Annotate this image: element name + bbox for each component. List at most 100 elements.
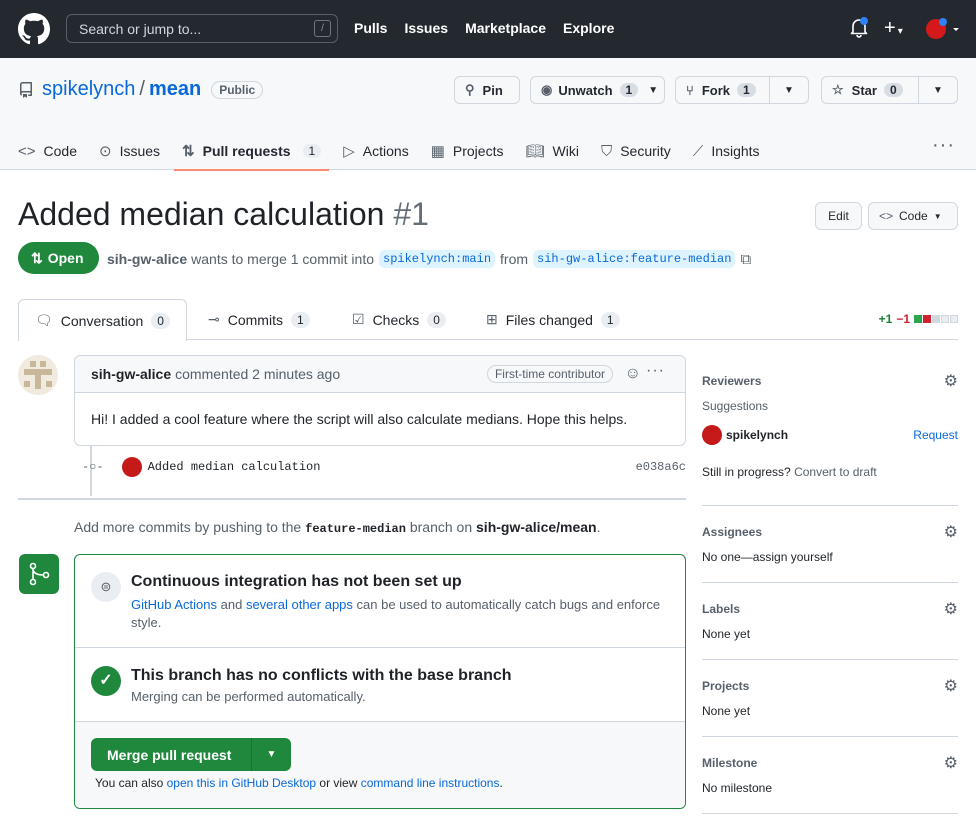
github-logo-icon[interactable]	[18, 13, 50, 45]
commit-icon: -○-	[82, 460, 104, 474]
gear-icon[interactable]: ⚙	[944, 753, 958, 773]
search-placeholder: Search or jump to...	[79, 21, 202, 37]
milestone-value: No milestone	[702, 781, 773, 795]
fork-icon: ⑂	[686, 82, 694, 98]
pr-title-text: Added median calculation	[18, 196, 385, 232]
cli-instructions-link[interactable]: command line instructions	[361, 776, 500, 790]
nav-issues[interactable]: Issues	[404, 20, 448, 36]
comment-author-avatar[interactable]	[18, 355, 58, 395]
tab-count: 0	[151, 312, 170, 329]
commit-author-avatar[interactable]	[121, 457, 142, 477]
code-label: Code	[899, 209, 928, 223]
tab-insights[interactable]: ⟋ Insights	[693, 133, 760, 169]
tab-conversation[interactable]: 🗨︎ Conversation 0	[18, 299, 187, 341]
pin-button[interactable]: ⚲ Pin	[454, 76, 520, 104]
note-text: branch on	[409, 519, 473, 535]
reviewer-name[interactable]: spikelynch	[726, 428, 788, 442]
tab-commits[interactable]: ⊸ Commits 1	[208, 299, 310, 340]
nav-pulls[interactable]: Pulls	[354, 20, 387, 36]
tab-code[interactable]: <> Code	[18, 133, 77, 169]
pull-request-icon: ⇅	[182, 143, 195, 160]
reviewers-heading[interactable]: Reviewers	[702, 374, 761, 388]
nav-explore[interactable]: Explore	[563, 20, 614, 36]
assignees-heading[interactable]: Assignees	[702, 525, 762, 539]
note-period: .	[596, 519, 601, 535]
repo-header: spikelynch / mean Public ⚲ Pin ◉ Unwatch 1 ▼…	[0, 58, 976, 171]
projects-section: Projects ⚙	[702, 676, 958, 696]
tab-checks[interactable]: ☑ Checks 0	[352, 299, 446, 340]
pr-state-label: Open	[47, 250, 84, 266]
fork-count: 1	[736, 83, 756, 97]
tab-files-changed[interactable]: ⊞ Files changed 1	[486, 299, 620, 340]
projects-value: None yet	[702, 704, 751, 718]
conflict-text: This branch has no conflicts with the ba…	[131, 667, 512, 706]
sidebar-divider	[702, 736, 958, 737]
file-diff-icon: ⊞	[486, 311, 498, 327]
base-branch[interactable]: spikelynch:main	[379, 250, 496, 268]
github-actions-link[interactable]: GitHub Actions	[131, 597, 217, 612]
pr-title: Added median calculation #1	[18, 196, 429, 233]
tab-actions[interactable]: ▷ Actions	[343, 133, 408, 169]
assignees-value[interactable]: No one—assign yourself	[702, 550, 958, 564]
comment-timestamp[interactable]: commented 2 minutes ago	[175, 366, 340, 382]
repo-name-link[interactable]: mean	[149, 78, 201, 101]
github-desktop-link[interactable]: open this in GitHub Desktop	[167, 776, 316, 790]
projects-heading[interactable]: Projects	[702, 679, 749, 693]
visibility-badge: Public	[211, 80, 264, 99]
tab-label: Issues	[119, 143, 161, 159]
reviewer-avatar[interactable]	[702, 425, 722, 445]
repo-owner-link[interactable]: spikelynch	[42, 78, 135, 101]
comment-author-link[interactable]: sih-gw-alice	[91, 366, 171, 382]
head-branch[interactable]: sih-gw-alice:feature-median	[533, 250, 736, 268]
search-input[interactable]: Search or jump to... /	[66, 14, 338, 43]
gear-icon[interactable]: ⚙	[944, 599, 958, 619]
merge-options-dropdown[interactable]: ▼	[251, 738, 291, 771]
convert-to-draft-link[interactable]: Convert to draft	[794, 465, 877, 479]
commit-sha-link[interactable]: e038a6c	[636, 460, 686, 474]
request-review-link[interactable]: Request	[913, 428, 958, 442]
more-tabs-icon[interactable]: ···	[932, 134, 955, 157]
tab-pull-requests[interactable]: ⇅ Pull requests 1	[174, 133, 330, 171]
chevron-down-icon: ▼	[784, 84, 794, 96]
merge-pull-request-button[interactable]: Merge pull request	[91, 747, 251, 763]
tab-label: Code	[43, 143, 77, 159]
chevron-down-icon: ▼	[933, 84, 943, 96]
other-apps-link[interactable]: several other apps	[246, 597, 353, 612]
merge-alternatives: You can also open this in GitHub Desktop…	[95, 776, 503, 790]
create-new-icon[interactable]: + ▾	[884, 17, 903, 40]
star-label: Star	[851, 82, 877, 98]
edit-button[interactable]: Edit	[815, 202, 862, 230]
gear-icon[interactable]: ⚙	[944, 676, 958, 696]
fork-button[interactable]: ⑂ Fork 1	[675, 76, 770, 104]
gear-icon[interactable]: ⚙	[944, 371, 958, 391]
smiley-icon[interactable]: ☺	[625, 365, 641, 383]
user-avatar-menu[interactable]	[926, 17, 960, 44]
alt-period: .	[499, 776, 503, 790]
milestone-heading[interactable]: Milestone	[702, 756, 757, 770]
fork-label: Fork	[701, 82, 730, 98]
pr-meta: sih-gw-alice wants to merge 1 commit int…	[107, 250, 751, 268]
notification-bell-icon[interactable]	[849, 16, 869, 38]
code-dropdown-button[interactable]: <> Code ▼	[868, 202, 958, 230]
comment-body: Hi! I added a cool feature where the scr…	[91, 411, 628, 427]
gear-icon[interactable]: ⚙	[944, 522, 958, 542]
copy-icon[interactable]: ⧉	[740, 251, 751, 268]
ci-description: GitHub Actions and several other apps ca…	[131, 596, 661, 632]
global-header: Search or jump to... / Pulls Issues Mark…	[0, 0, 976, 58]
tab-projects[interactable]: ▦ Projects	[431, 133, 504, 169]
conflict-section: ✓ This branch has no conflicts with the …	[75, 648, 685, 722]
nav-marketplace[interactable]: Marketplace	[465, 20, 546, 36]
fork-dropdown-button[interactable]: ▼	[769, 76, 809, 104]
labels-heading[interactable]: Labels	[702, 602, 740, 616]
tab-issues[interactable]: ⊙ Issues	[99, 133, 160, 169]
star-button[interactable]: ☆ Star 0	[821, 76, 919, 104]
unwatch-button[interactable]: ◉ Unwatch 1 ▼	[530, 76, 665, 104]
pr-author-link[interactable]: sih-gw-alice	[107, 251, 187, 267]
star-dropdown-button[interactable]: ▼	[918, 76, 958, 104]
tab-security[interactable]: ⛉ Security	[601, 133, 671, 169]
tab-wiki[interactable]: 📖︎ Wiki	[525, 133, 578, 169]
kebab-menu-icon[interactable]: ···	[646, 362, 665, 380]
tab-label: Insights	[711, 143, 760, 159]
suggestions-label: Suggestions	[702, 399, 769, 413]
commit-message-link[interactable]: Added median calculation	[148, 460, 321, 474]
